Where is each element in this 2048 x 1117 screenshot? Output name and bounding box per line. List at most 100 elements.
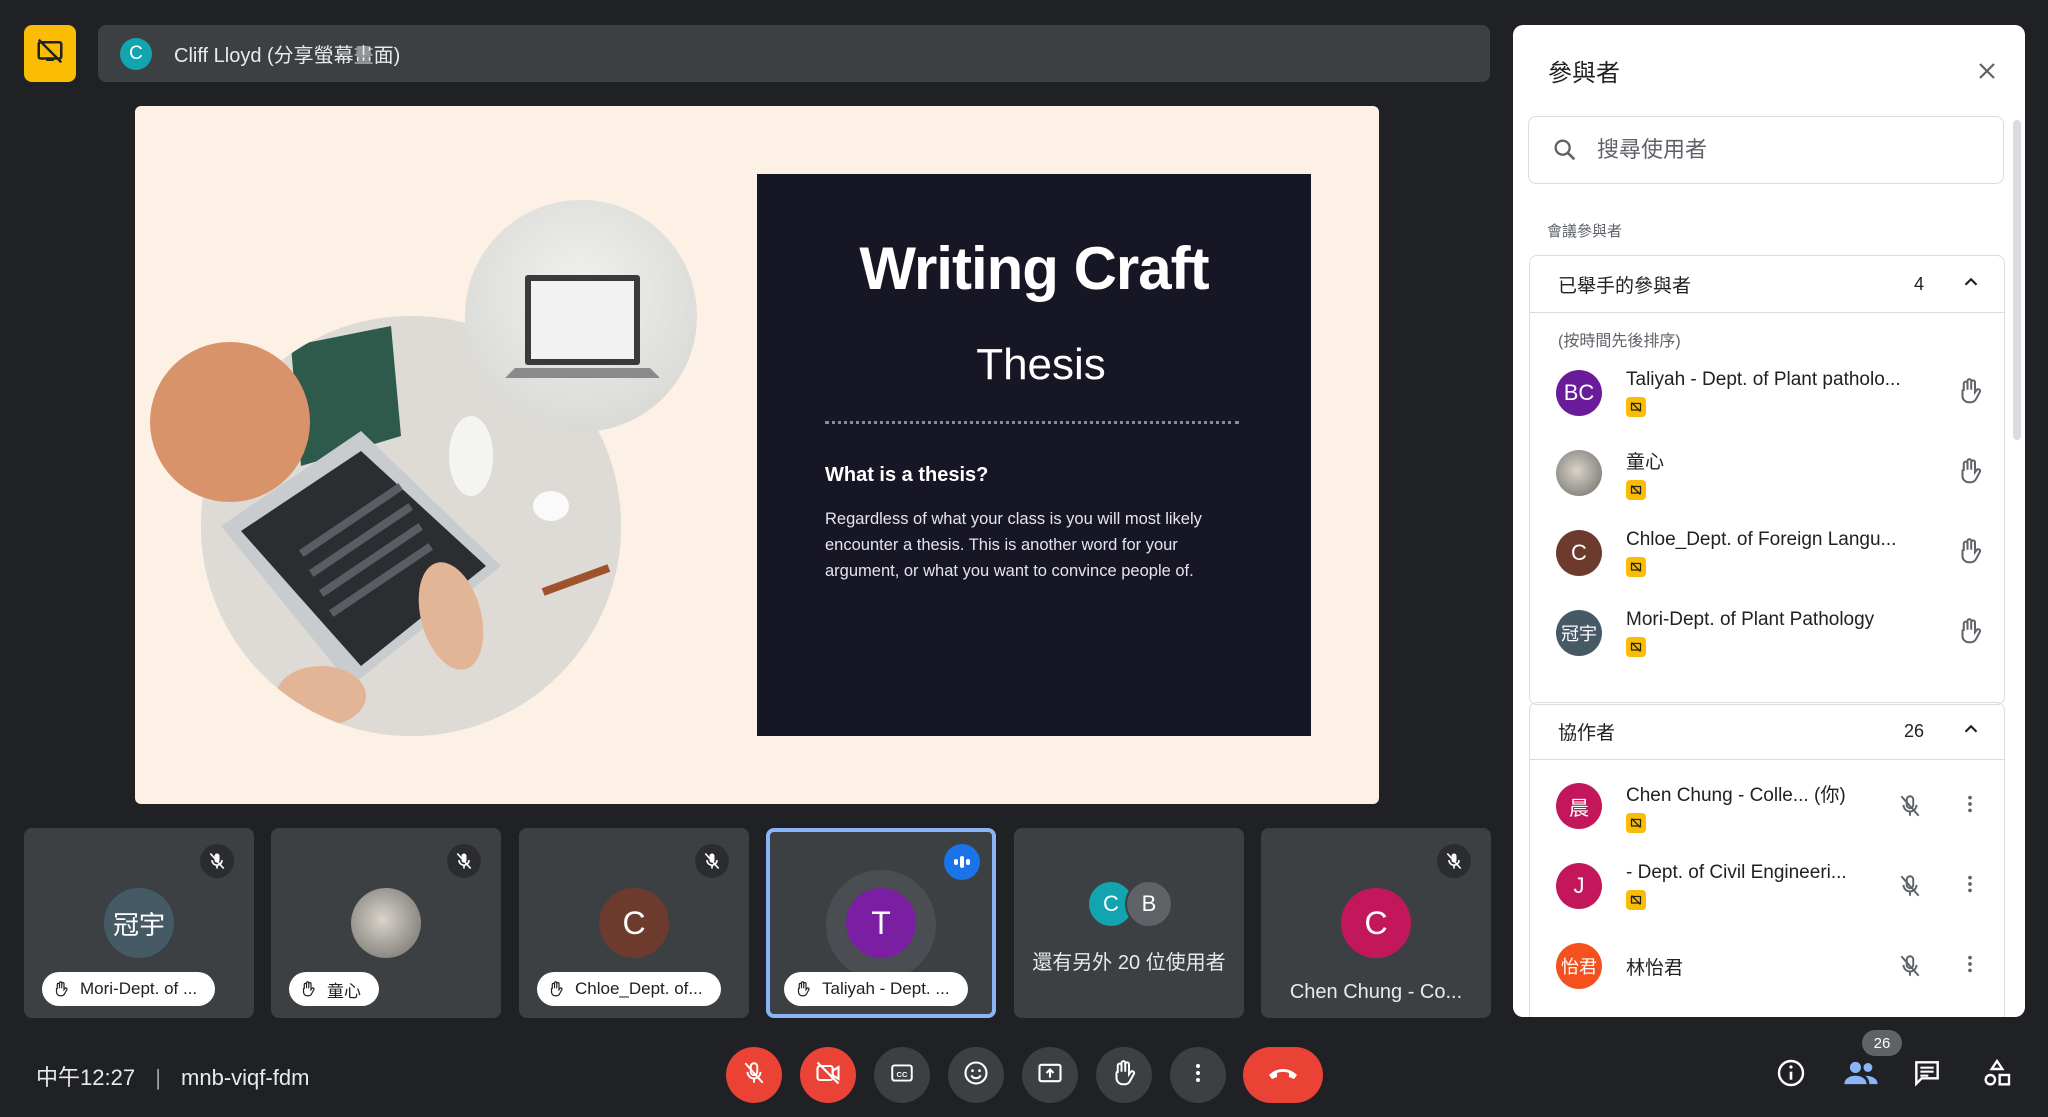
participant-tile-speaking[interactable]: T Taliyah - Dept. ... xyxy=(766,828,996,1018)
separator: | xyxy=(155,1065,161,1090)
tile-name: Chen Chung - Co... xyxy=(1289,981,1463,1003)
list-item[interactable]: 童心 xyxy=(1530,433,2004,513)
shared-screen-slide: Writing Craft Thesis What is a thesis? R… xyxy=(135,106,1379,804)
toggle-camera-button[interactable] xyxy=(800,1047,856,1103)
mic-off-icon xyxy=(1890,946,1930,986)
meeting-info: 中午12:27 | mnb-viqf-fdm xyxy=(36,1060,309,1092)
more-icon xyxy=(1959,793,1981,820)
lower-hand-button[interactable] xyxy=(1950,533,1990,573)
participant-tile[interactable]: C Chloe_Dept. of... xyxy=(519,828,749,1018)
mic-off-icon xyxy=(447,844,481,878)
list-item[interactable]: 怡君 林怡君 xyxy=(1530,926,2004,1006)
mic-off-icon xyxy=(1890,786,1930,826)
clock-time: 中午12:27 xyxy=(36,1065,136,1090)
participant-name: Taliyah - Dept. of Plant patholo... xyxy=(1626,369,1901,390)
group-count: 26 xyxy=(1903,720,1924,741)
avatar: T xyxy=(846,888,916,958)
laptop-closeup-photo xyxy=(465,200,697,432)
avatar-photo xyxy=(351,888,421,958)
raise-hand-icon xyxy=(1955,536,1985,571)
present-off-icon xyxy=(1626,397,1646,417)
participant-name: Chloe_Dept. of Foreign Langu... xyxy=(1626,529,1897,550)
raised-hands-header[interactable]: 已舉手的參與者 4 xyxy=(1530,256,2004,313)
close-icon xyxy=(1975,59,1999,88)
slide-heading: What is a thesis? xyxy=(825,464,989,486)
group-count: 4 xyxy=(1913,273,1924,294)
panel-scrollbar[interactable] xyxy=(2013,120,2021,440)
chat-icon xyxy=(1911,1057,1943,1094)
present-off-icon xyxy=(1626,812,1646,833)
tile-name-label: Mori-Dept. of ... xyxy=(42,972,216,1006)
slide-title: Writing Craft xyxy=(859,235,1209,302)
present-off-icon xyxy=(1626,890,1646,910)
raise-hand-button[interactable] xyxy=(1096,1047,1152,1103)
raise-hand-icon xyxy=(1955,456,1985,491)
group-title: 協作者 xyxy=(1558,722,1616,744)
avatar: 冠宇 xyxy=(104,888,174,958)
lower-hand-button[interactable] xyxy=(1950,373,1990,413)
tile-name: Chloe_Dept. of... xyxy=(575,979,703,998)
leave-call-button[interactable] xyxy=(1243,1047,1323,1103)
participant-name: 童心 xyxy=(1626,451,1665,473)
captions-icon: CC xyxy=(889,1060,915,1091)
participant-tile[interactable]: 冠宇 Mori-Dept. of ... xyxy=(24,828,254,1018)
lower-hand-button[interactable] xyxy=(1950,453,1990,493)
chevron-up-icon xyxy=(1960,718,1982,745)
participant-options-button[interactable] xyxy=(1950,786,1990,826)
list-item[interactable]: 晨 Chen Chung - Colle... (你) xyxy=(1530,766,2004,846)
group-title: 已舉手的參與者 xyxy=(1558,275,1692,297)
close-panel-button[interactable] xyxy=(1967,53,2007,93)
tile-name: 童心 xyxy=(327,981,361,1001)
reactions-button[interactable] xyxy=(948,1047,1004,1103)
info-icon xyxy=(1775,1057,1807,1094)
list-item[interactable]: C Chloe_Dept. of Foreign Langu... xyxy=(1530,513,2004,593)
raise-hand-icon xyxy=(52,980,70,998)
chat-button[interactable] xyxy=(1904,1052,1950,1098)
search-people-box[interactable] xyxy=(1528,116,2004,184)
avatar: C xyxy=(1341,888,1411,958)
avatar: 怡君 xyxy=(1556,943,1602,989)
raised-hands-group: 已舉手的參與者 4 (按時間先後排序) BC Taliyah - Dept. o… xyxy=(1529,255,2005,705)
more-participants-tile[interactable]: C B 還有另外 20 位使用者 xyxy=(1014,828,1244,1018)
mic-off-icon xyxy=(741,1060,767,1091)
participant-tile[interactable]: 童心 xyxy=(271,828,501,1018)
sort-note: (按時間先後排序) xyxy=(1558,333,1681,350)
more-icon xyxy=(1959,953,1981,980)
search-input[interactable] xyxy=(1595,136,1959,164)
toggle-mic-button[interactable] xyxy=(726,1047,782,1103)
participant-name: 林怡君 xyxy=(1626,957,1684,979)
slide-subtitle: Thesis xyxy=(976,340,1106,389)
raise-hand-icon xyxy=(1955,376,1985,411)
presenter-avatar: C xyxy=(120,37,152,70)
meeting-details-button[interactable] xyxy=(1768,1052,1814,1098)
list-item[interactable]: J - Dept. of Civil Engineeri... xyxy=(1530,846,2004,926)
activities-button[interactable] xyxy=(1974,1052,2020,1098)
mic-off-icon xyxy=(1437,844,1471,878)
presenter-banner[interactable]: C Cliff Lloyd (分享螢幕畫面) xyxy=(98,25,1490,82)
participant-tile[interactable]: C Chen Chung - Co... xyxy=(1261,828,1491,1018)
list-item[interactable]: 冠宇 Mori-Dept. of Plant Pathology xyxy=(1530,593,2004,673)
mic-off-icon xyxy=(1890,866,1930,906)
emoji-icon xyxy=(962,1059,990,1092)
lower-hand-button[interactable] xyxy=(1950,613,1990,653)
meeting-code: mnb-viqf-fdm xyxy=(181,1065,310,1090)
participant-options-button[interactable] xyxy=(1950,866,1990,906)
captions-button[interactable]: CC xyxy=(874,1047,930,1103)
present-now-button[interactable] xyxy=(1022,1047,1078,1103)
participant-options-button[interactable] xyxy=(1950,946,1990,986)
raise-hand-icon xyxy=(299,980,317,998)
avatar: C xyxy=(599,888,669,958)
list-item[interactable]: BC Taliyah - Dept. of Plant patholo... xyxy=(1530,353,2004,433)
collaborators-header[interactable]: 協作者 26 xyxy=(1530,703,2004,760)
end-call-icon xyxy=(1266,1063,1300,1088)
tile-name-label: Chloe_Dept. of... xyxy=(537,972,721,1006)
show-everyone-button[interactable] xyxy=(1838,1052,1884,1098)
tile-name-label: 童心 xyxy=(289,972,379,1006)
activities-icon xyxy=(1981,1057,2013,1094)
video-off-icon xyxy=(814,1059,842,1092)
more-options-button[interactable] xyxy=(1170,1047,1226,1103)
stop-presenting-button[interactable] xyxy=(24,25,76,82)
more-participants-label: 還有另外 20 位使用者 xyxy=(1032,952,1226,974)
avatar: BC xyxy=(1556,370,1602,416)
raise-hand-icon xyxy=(1955,616,1985,651)
